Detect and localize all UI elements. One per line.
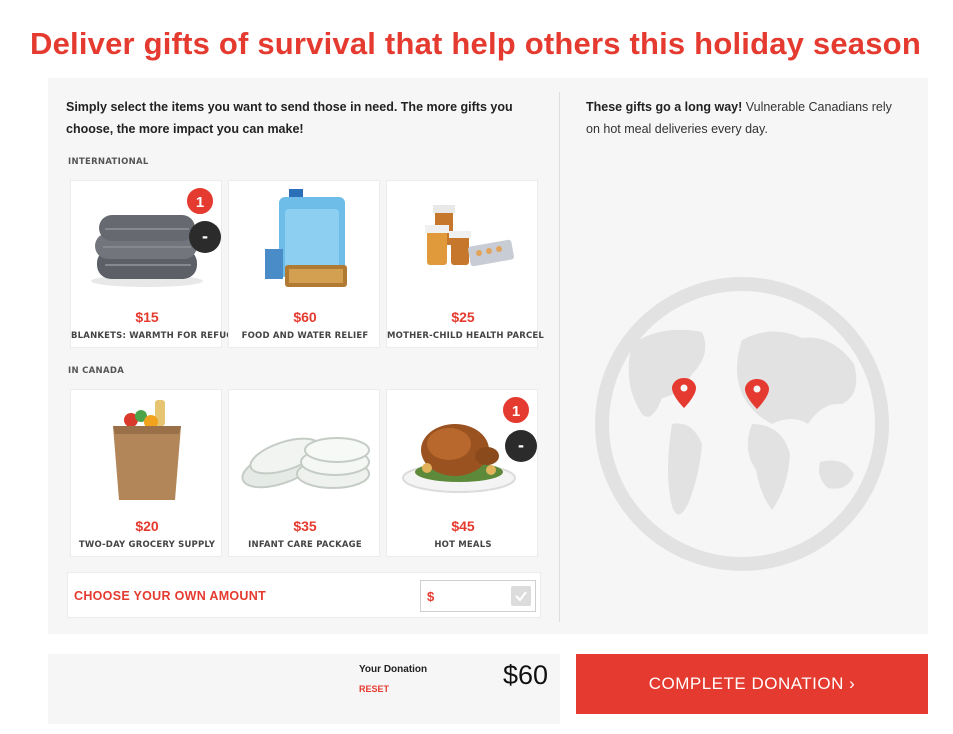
gift-card-health-parcel[interactable]: $25 MOTHER-CHILD HEALTH PARCEL: [386, 180, 545, 348]
impact-text-bold: These gifts go a long way!: [586, 100, 743, 114]
section-label-international: INTERNATIONAL: [68, 157, 149, 167]
own-amount-input[interactable]: $: [420, 580, 536, 612]
gift-name: HOT MEALS: [434, 540, 492, 550]
gift-card-food-water[interactable]: $60 FOOD AND WATER RELIEF: [228, 180, 380, 348]
gift-name: TWO-DAY GROCERY SUPPLY: [78, 540, 216, 550]
gift-price: $35: [293, 518, 317, 534]
gift-count-badge: 1: [185, 186, 215, 216]
gift-price: $45: [451, 518, 475, 534]
gift-card-hot-meals[interactable]: 1 - $45 HOT MEALS: [386, 389, 538, 557]
page-headline: Deliver gifts of survival that help othe…: [30, 26, 921, 61]
reset-link[interactable]: RESET: [359, 684, 389, 694]
donation-total: $60: [503, 660, 549, 690]
diapers-icon: [241, 437, 370, 489]
your-donation-label: Your Donation: [359, 664, 428, 675]
gift-price: $15: [135, 309, 159, 325]
panel-divider: [559, 92, 560, 622]
water-jug-icon: [265, 189, 347, 287]
checkmark-icon[interactable]: [511, 586, 531, 606]
gift-name: INFANT CARE PACKAGE: [248, 540, 362, 550]
donation-summary-bar: [48, 654, 560, 724]
grocery-bag-icon: [113, 400, 181, 500]
impact-text: These gifts go a long way! Vulnerable Ca…: [586, 96, 906, 140]
world-map-icon: [595, 277, 889, 571]
own-amount-label: CHOOSE YOUR OWN AMOUNT: [74, 589, 267, 603]
complete-donation-button[interactable]: COMPLETE DONATION ›: [576, 654, 928, 714]
gift-card-grocery[interactable]: $20 TWO-DAY GROCERY SUPPLY: [70, 389, 222, 557]
gift-price: $25: [451, 309, 475, 325]
currency-symbol: $: [427, 589, 435, 604]
gift-price: $60: [293, 309, 317, 325]
gift-name: MOTHER-CHILD HEALTH PARCEL: [387, 331, 545, 341]
intro-text: Simply select the items you want to send…: [66, 100, 513, 136]
remove-gift-button[interactable]: -: [189, 221, 221, 253]
gift-count-badge: 1: [501, 395, 531, 425]
section-label-canada: IN CANADA: [68, 366, 125, 376]
gift-name: BLANKETS: WARMTH FOR REFUGEES: [71, 331, 252, 341]
medicine-icon: [425, 205, 514, 267]
gift-card-blankets[interactable]: 1 - $15 BLANKETS: WARMTH FOR REFUGEES: [70, 180, 252, 348]
gift-name: FOOD AND WATER RELIEF: [241, 331, 369, 341]
gift-card-infant-care[interactable]: $35 INFANT CARE PACKAGE: [228, 389, 380, 557]
remove-gift-button[interactable]: -: [505, 430, 537, 462]
own-amount-row: CHOOSE YOUR OWN AMOUNT $: [67, 572, 541, 618]
gift-price: $20: [135, 518, 159, 534]
